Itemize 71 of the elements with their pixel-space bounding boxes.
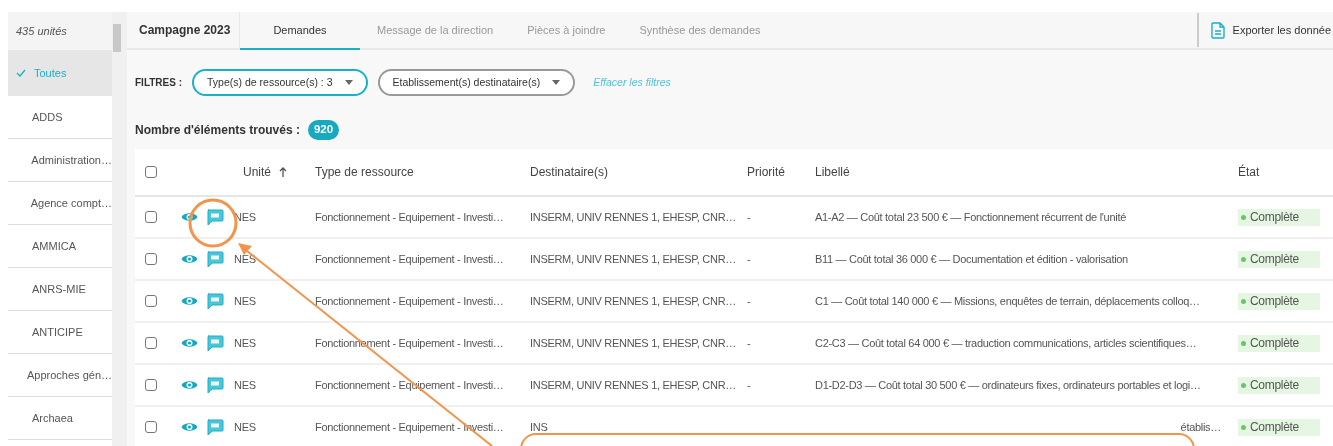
table-cell: INSERM, UNIV RENNES 1, EHESP, CNR… bbox=[530, 336, 736, 349]
table-cell: A1-A2 — Coût total 23 500 € — Fonctionnement récurrent de l'unité bbox=[815, 210, 1126, 223]
status-badge: Complète bbox=[1238, 208, 1320, 226]
table-cell: C2-C3 — Coût total 64 000 € — traduction communications, articles scientifiques… bbox=[815, 336, 1197, 349]
table-cell: - bbox=[747, 378, 751, 391]
eye-icon[interactable] bbox=[181, 253, 198, 265]
comment-icon[interactable] bbox=[206, 376, 224, 394]
column-header[interactable]: Destinataire(s) bbox=[530, 165, 609, 179]
eye-icon[interactable] bbox=[181, 379, 198, 391]
table-cell: B11 — Coût total 36 000 € — Documentation et édition - valorisation bbox=[815, 252, 1128, 265]
eye-icon[interactable] bbox=[181, 421, 198, 433]
tab[interactable]: Demandes bbox=[240, 12, 360, 50]
table-cell: - bbox=[747, 294, 751, 307]
filter-dropdown[interactable]: Type(s) de ressource(s) : 3 bbox=[192, 69, 368, 96]
eye-icon[interactable] bbox=[181, 211, 198, 223]
eye-icon[interactable] bbox=[181, 337, 198, 349]
checkbox[interactable] bbox=[145, 337, 157, 349]
status-badge: Complète bbox=[1238, 292, 1320, 310]
filter-dropdown[interactable]: Etablissement(s) destinataire(s) bbox=[377, 69, 576, 96]
table-cell: - bbox=[747, 336, 751, 349]
column-header[interactable]: Priorité bbox=[747, 165, 785, 179]
column-header[interactable]: Unité bbox=[243, 163, 271, 181]
comment-icon[interactable] bbox=[206, 418, 224, 436]
table-cell: INS bbox=[530, 420, 548, 433]
table-cell: INSERM, UNIV RENNES 1, EHESP, CNR… bbox=[530, 294, 736, 307]
comment-icon[interactable] bbox=[206, 334, 224, 352]
table-cell: Fonctionnement - Equipement - Investi… bbox=[315, 210, 504, 223]
campaign-title: Campagne 2023 bbox=[139, 22, 231, 39]
status-badge: Complète bbox=[1238, 418, 1320, 436]
checkbox[interactable] bbox=[145, 166, 157, 178]
table-cell: INSERM, UNIV RENNES 1, EHESP, CNR… bbox=[530, 210, 736, 223]
caret-icon bbox=[552, 80, 561, 85]
table-cell: INSERM, UNIV RENNES 1, EHESP, CNR… bbox=[530, 378, 736, 391]
table-cell: - bbox=[747, 252, 751, 265]
check-icon bbox=[16, 69, 26, 77]
filters-label: FILTRES : bbox=[135, 76, 183, 90]
status-badge: Complète bbox=[1238, 376, 1320, 394]
table-cell: C1 — Coût total 140 000 € — Missions, enquêtes de terrain, déplacements colloq… bbox=[815, 294, 1200, 307]
column-header[interactable]: État bbox=[1238, 165, 1260, 179]
unit-count: 435 unités bbox=[8, 12, 112, 50]
sort-up-icon bbox=[279, 167, 287, 177]
table-cell: Fonctionnement - Equipement - Investi… bbox=[315, 294, 504, 307]
checkbox[interactable] bbox=[145, 421, 157, 433]
table-cell-text: NES bbox=[234, 293, 256, 309]
checkbox[interactable] bbox=[145, 295, 157, 307]
document-icon bbox=[1210, 21, 1225, 39]
table-cell: - bbox=[747, 210, 751, 223]
table-cell-text: établis… bbox=[1180, 419, 1221, 435]
comment-icon[interactable] bbox=[206, 292, 224, 310]
caret-icon bbox=[344, 80, 353, 85]
scrollbar-thumb[interactable] bbox=[113, 24, 121, 52]
table-cell-text: NES bbox=[234, 377, 256, 393]
column-header[interactable]: Libellé bbox=[815, 165, 850, 179]
table-cell-text: NES bbox=[234, 419, 256, 435]
count-badge: 920 bbox=[307, 120, 340, 140]
checkbox[interactable] bbox=[145, 211, 157, 223]
checkbox[interactable] bbox=[145, 253, 157, 265]
table-cell: INSERM, UNIV RENNES 1, EHESP, CNR… bbox=[530, 252, 736, 265]
export-button[interactable]: Exporter les donnée bbox=[1196, 13, 1333, 47]
table-cell-text: NES bbox=[234, 251, 256, 267]
status-badge: Complète bbox=[1238, 250, 1320, 268]
results-count-label: Nombre d'éléments trouvés : bbox=[135, 122, 300, 139]
table-cell: D1-D2-D3 — Coût total 30 500 € — ordinateurs fixes, ordinateurs portables et logi… bbox=[815, 378, 1201, 391]
status-badge: Complète bbox=[1238, 334, 1320, 352]
table-cell-text: NES bbox=[234, 335, 256, 351]
comment-icon[interactable] bbox=[206, 250, 224, 268]
checkbox[interactable] bbox=[145, 379, 157, 391]
column-header[interactable]: Type de ressource bbox=[315, 165, 414, 179]
eye-icon[interactable] bbox=[181, 295, 198, 307]
comment-icon[interactable] bbox=[206, 208, 224, 226]
table-cell: Fonctionnement - Equipement - Investi… bbox=[315, 252, 504, 265]
